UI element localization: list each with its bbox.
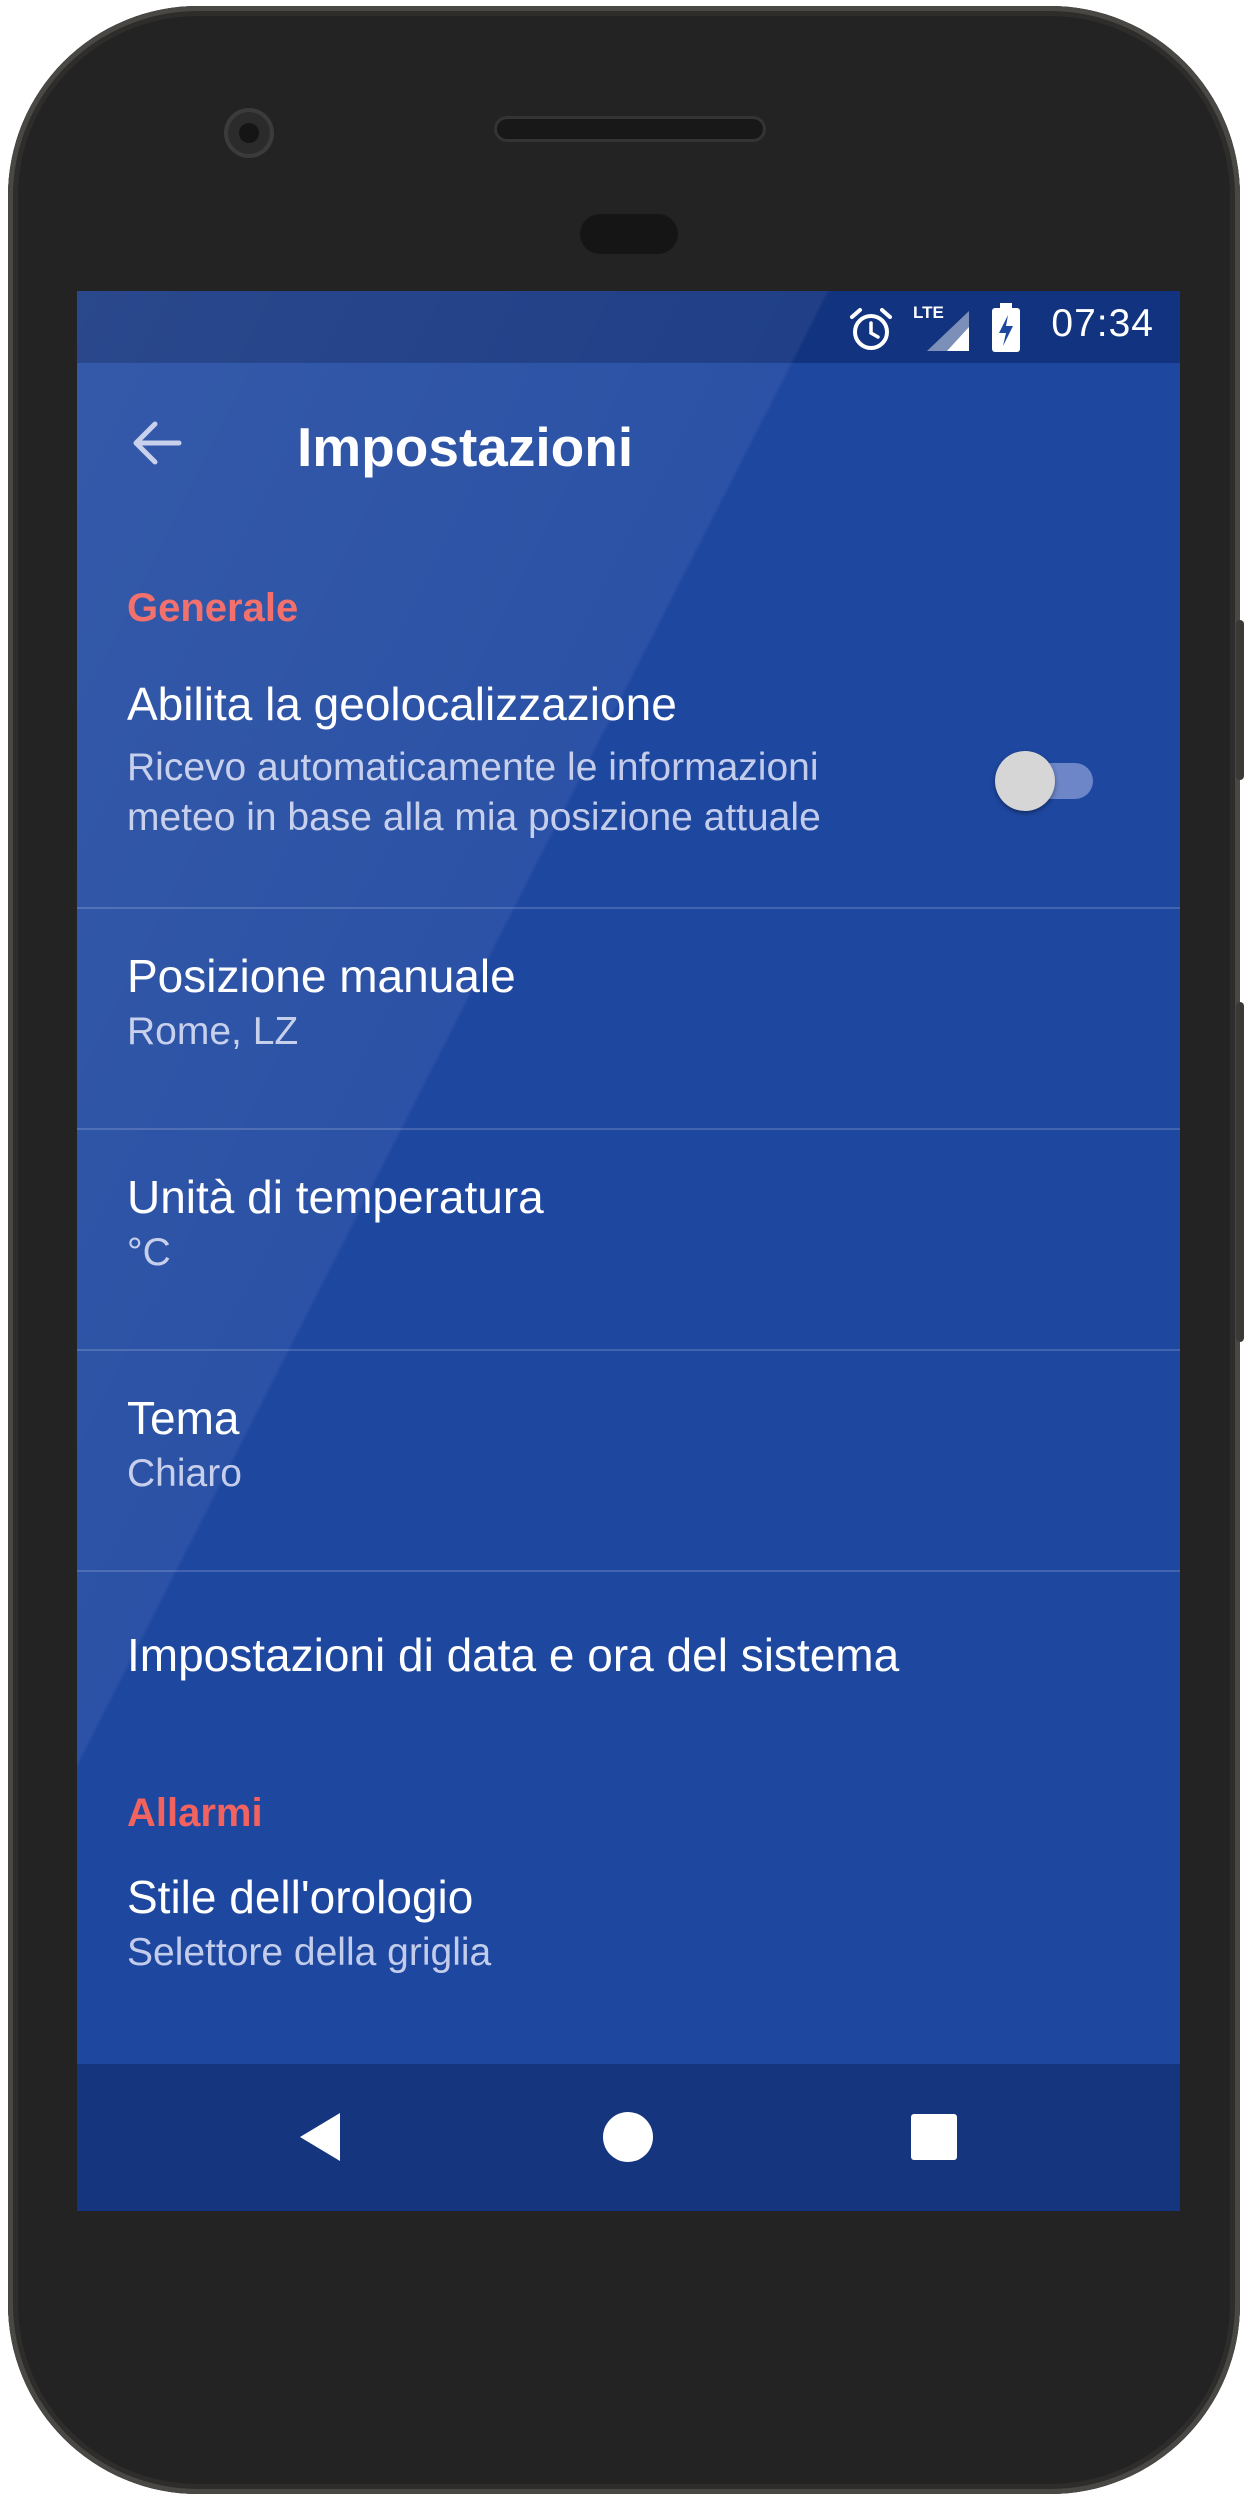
front-camera bbox=[224, 108, 274, 158]
section-header-alarms: Allarmi bbox=[127, 1791, 263, 1835]
status-bar: LTE 07:34 bbox=[77, 291, 1180, 363]
lte-signal-icon: LTE bbox=[913, 303, 973, 353]
temperature-unit-title: Unità di temperatura bbox=[127, 1171, 544, 1223]
earpiece-speaker bbox=[494, 116, 766, 142]
clock-style-preference[interactable]: Stile dell'orologio Selettore della grig… bbox=[77, 1846, 1180, 2046]
theme-title: Tema bbox=[127, 1392, 240, 1444]
status-time: 07:34 bbox=[1051, 302, 1154, 345]
battery-charging-icon bbox=[992, 303, 1020, 352]
page-title: Impostazioni bbox=[297, 416, 634, 478]
geolocation-preference[interactable]: Abilita la geolocalizzazione Ricevo auto… bbox=[77, 651, 1180, 909]
date-time-settings-title: Impostazioni di data e ora del sistema bbox=[127, 1629, 900, 1681]
toggle-thumb bbox=[995, 751, 1055, 811]
arrow-left-icon bbox=[133, 421, 182, 465]
app-bar: Impostazioni bbox=[77, 363, 1180, 533]
geolocation-summary-line2: meteo in base alla mia posizione attuale bbox=[127, 796, 821, 839]
geolocation-toggle[interactable] bbox=[995, 747, 1105, 811]
alarm-clock-icon bbox=[850, 308, 892, 350]
navigation-bar bbox=[77, 2064, 1180, 2211]
geolocation-summary-line1: Ricevo automaticamente le informazioni bbox=[127, 746, 819, 789]
nav-back-button[interactable] bbox=[282, 2097, 362, 2177]
proximity-sensor bbox=[580, 214, 678, 254]
screen: LTE 07:34 Impostazioni Generale Abilita … bbox=[77, 291, 1180, 2211]
phone-frame: LTE 07:34 Impostazioni Generale Abilita … bbox=[8, 6, 1244, 2494]
nav-back-icon bbox=[300, 2113, 340, 2161]
power-button bbox=[1236, 620, 1244, 780]
clock-style-title: Stile dell'orologio bbox=[127, 1871, 474, 1923]
nav-recents-button[interactable] bbox=[894, 2097, 974, 2177]
volume-button bbox=[1236, 1002, 1244, 1342]
nav-home-icon bbox=[603, 2112, 653, 2162]
manual-location-summary: Rome, LZ bbox=[127, 1010, 299, 1053]
nav-home-button[interactable] bbox=[588, 2097, 668, 2177]
manual-location-title: Posizione manuale bbox=[127, 950, 516, 1002]
theme-preference[interactable]: Tema Chiaro bbox=[77, 1351, 1180, 1571]
manual-location-preference[interactable]: Posizione manuale Rome, LZ bbox=[77, 909, 1180, 1129]
nav-recents-icon bbox=[911, 2114, 957, 2160]
back-button[interactable] bbox=[117, 403, 197, 483]
section-header-general: Generale bbox=[127, 586, 299, 630]
temperature-unit-summary: °C bbox=[127, 1231, 171, 1274]
theme-summary: Chiaro bbox=[127, 1452, 242, 1495]
clock-style-summary: Selettore della griglia bbox=[127, 1931, 492, 1974]
geolocation-title: Abilita la geolocalizzazione bbox=[127, 678, 677, 730]
date-time-settings-preference[interactable]: Impostazioni di data e ora del sistema bbox=[77, 1572, 1180, 1732]
temperature-unit-preference[interactable]: Unità di temperatura °C bbox=[77, 1130, 1180, 1350]
